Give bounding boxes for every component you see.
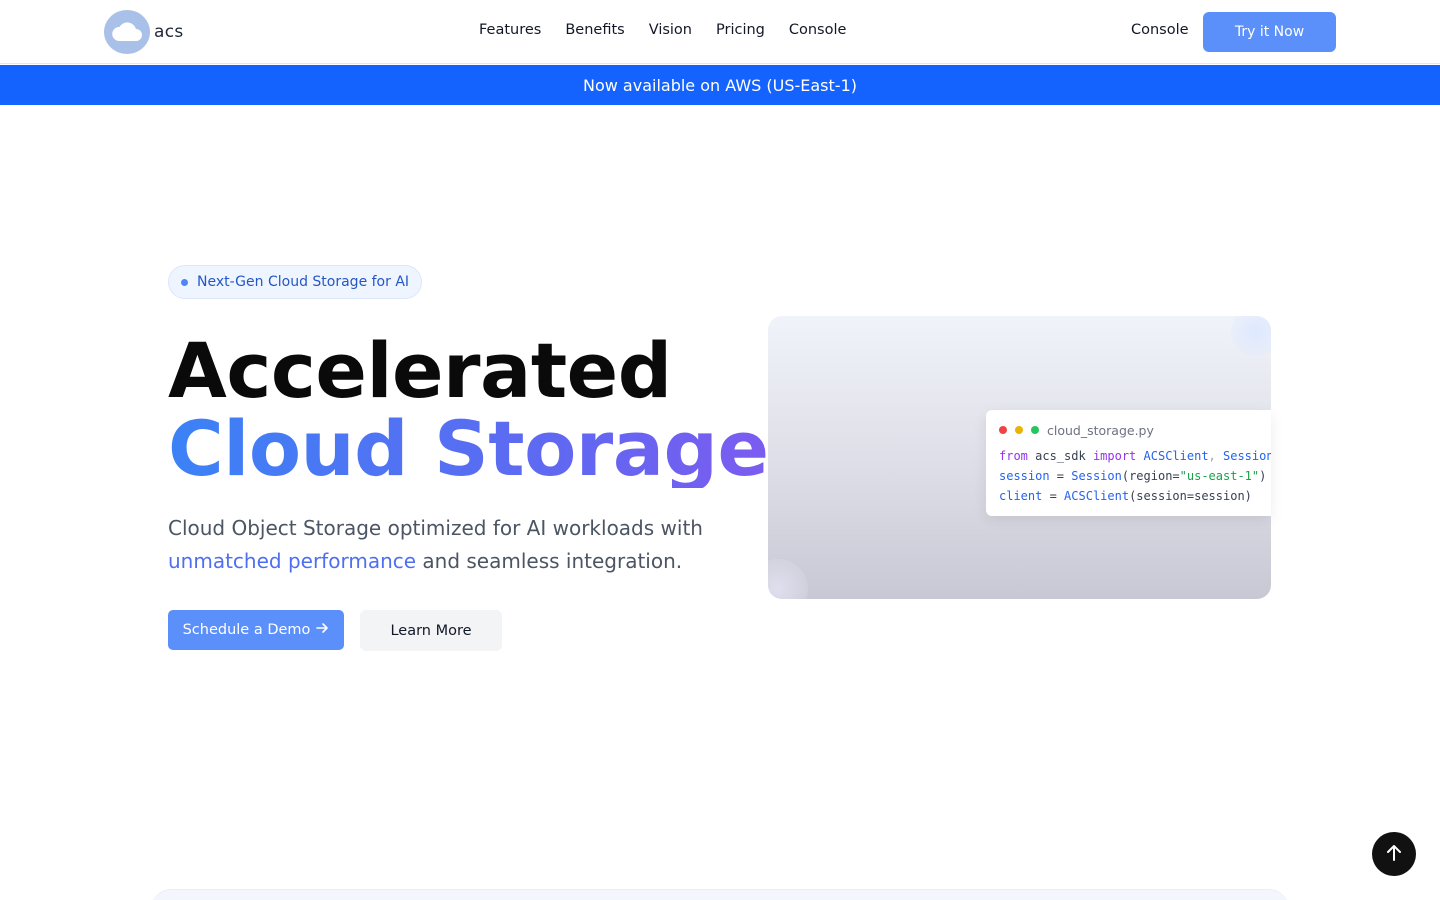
code-line-2: session = Session(region="us-east-1") (999, 466, 1271, 486)
code-line-3: client = ACSClient(session=session) (999, 486, 1271, 506)
code-operator: = (1049, 469, 1072, 483)
code-class: ACSClient (1064, 489, 1130, 503)
scroll-to-top-button[interactable] (1372, 832, 1416, 876)
next-section-edge (150, 889, 1290, 900)
schedule-demo-label: Schedule a Demo (182, 622, 311, 638)
try-it-now-button[interactable]: Try it Now (1203, 12, 1336, 52)
hero-title-line2: Cloud Storage (168, 404, 769, 493)
main-nav: Features Benefits Vision Pricing Console (479, 22, 846, 38)
code-module: acs_sdk (1027, 449, 1093, 463)
code-filename: cloud_storage.py (1047, 423, 1154, 438)
window-dots (999, 426, 1039, 434)
code-block: from acs_sdk import ACSClient, Session se… (999, 446, 1271, 506)
hero-title: Accelerated Cloud Storage (168, 332, 769, 488)
code-args: (region= (1121, 469, 1180, 483)
nav-vision[interactable]: Vision (649, 22, 692, 38)
schedule-demo-button[interactable]: Schedule a Demo (168, 610, 344, 650)
badge-text: Next-Gen Cloud Storage for AI (197, 274, 410, 290)
code-variable: session (999, 469, 1050, 483)
code-keyword: from (999, 449, 1028, 463)
code-snippet-card: cloud_storage.py from acs_sdk import ACS… (986, 410, 1271, 516)
arrow-right-icon (316, 622, 329, 638)
code-string: "us-east-1" (1179, 469, 1260, 483)
yellow-dot-icon (1015, 426, 1023, 434)
subtitle-highlight: unmatched performance (168, 549, 417, 573)
hero-badge: Next-Gen Cloud Storage for AI (168, 265, 423, 299)
nav-features[interactable]: Features (479, 22, 541, 38)
announcement-text: Now available on AWS (US-East-1) (583, 75, 857, 95)
badge-dot-icon (181, 278, 188, 286)
announcement-bar: Now available on AWS (US-East-1) (0, 65, 1440, 105)
code-keyword: import (1092, 449, 1137, 463)
code-separator: , (1208, 449, 1223, 463)
nav-pricing[interactable]: Pricing (716, 22, 765, 38)
code-class: Session (1223, 449, 1271, 463)
logo-link[interactable]: acs (104, 10, 184, 54)
learn-more-button[interactable]: Learn More (360, 610, 502, 651)
logo-text: acs (154, 22, 184, 42)
hero-title-line1: Accelerated (168, 326, 672, 415)
red-dot-icon (999, 426, 1007, 434)
site-header: acs Features Benefits Vision Pricing Con… (0, 0, 1440, 64)
hero-subtitle: Cloud Object Storage optimized for AI wo… (168, 512, 748, 578)
green-dot-icon (1031, 426, 1039, 434)
subtitle-text-end: and seamless integration. (416, 549, 683, 573)
subtitle-text-start: Cloud Object Storage optimized for AI wo… (168, 516, 703, 540)
nav-console[interactable]: Console (789, 22, 847, 38)
code-class: ACSClient (1136, 449, 1209, 463)
code-variable: client (999, 489, 1043, 503)
code-args: (session=session) (1129, 489, 1252, 503)
code-class: Session (1071, 469, 1122, 483)
code-args: ) (1259, 469, 1267, 483)
arrow-up-icon (1386, 844, 1402, 865)
cloud-icon (104, 10, 150, 54)
header-console-link[interactable]: Console (1131, 22, 1189, 38)
nav-benefits[interactable]: Benefits (565, 22, 624, 38)
code-line-1: from acs_sdk import ACSClient, Session (999, 446, 1271, 466)
code-operator: = (1042, 489, 1065, 503)
